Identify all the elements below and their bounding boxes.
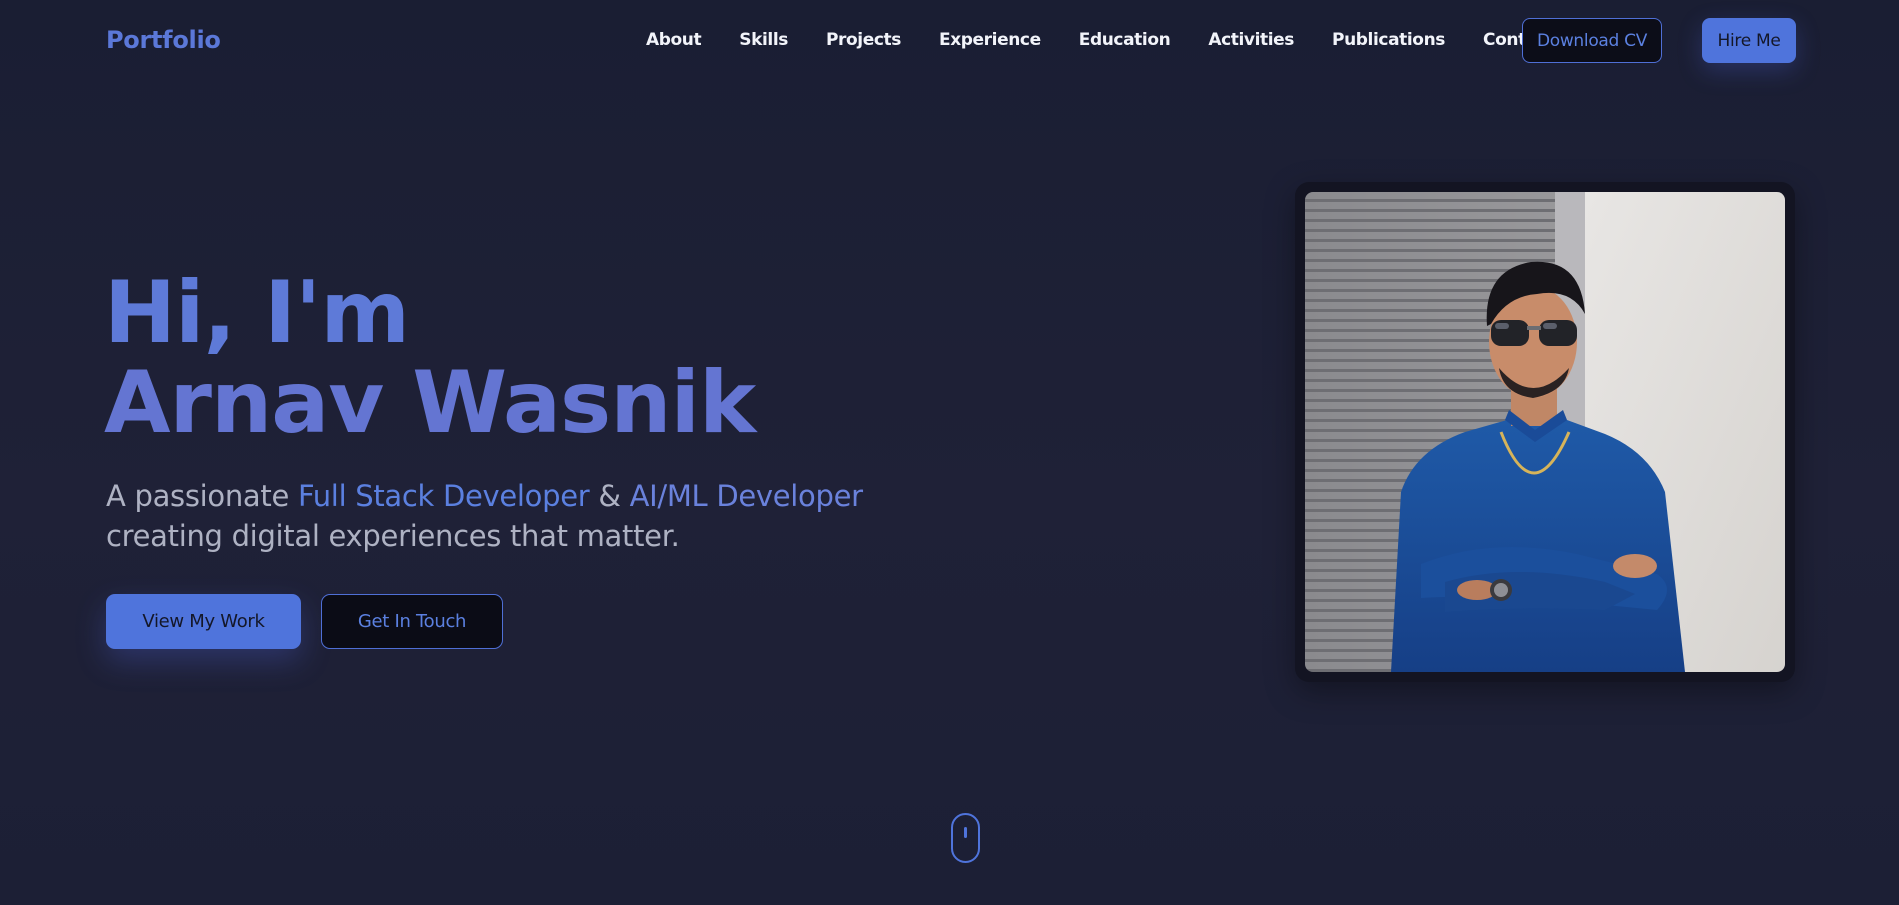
hero-sub-prefix: A passionate bbox=[106, 479, 298, 513]
hero-sub-amp: & bbox=[589, 479, 630, 513]
nav-link-projects[interactable]: Projects bbox=[826, 30, 901, 50]
hero-name: Arnav Wasnik bbox=[104, 353, 756, 453]
hero-heading: Hi, I'm Arnav Wasnik bbox=[104, 268, 756, 453]
nav-link-education[interactable]: Education bbox=[1079, 30, 1171, 50]
nav-links: About Skills Projects Experience Educati… bbox=[646, 30, 1592, 50]
nav-link-activities[interactable]: Activities bbox=[1208, 30, 1294, 50]
download-cv-button[interactable]: Download CV bbox=[1522, 18, 1662, 63]
hero-role-aiml: AI/ML Developer bbox=[629, 479, 864, 513]
hero-role-fullstack: Full Stack Developer bbox=[297, 479, 590, 513]
hero-sub-suffix: creating digital experiences that matter… bbox=[106, 519, 680, 553]
hero-greeting: Hi, I'm bbox=[104, 263, 410, 363]
scroll-wheel-dot bbox=[964, 827, 967, 838]
nav-link-skills[interactable]: Skills bbox=[739, 30, 788, 50]
get-in-touch-button[interactable]: Get In Touch bbox=[321, 594, 503, 649]
profile-photo-frame bbox=[1295, 182, 1795, 682]
view-my-work-button[interactable]: View My Work bbox=[106, 594, 301, 649]
nav-link-publications[interactable]: Publications bbox=[1332, 30, 1445, 50]
nav-link-about[interactable]: About bbox=[646, 30, 702, 50]
brand-logo[interactable]: Portfolio bbox=[106, 26, 221, 54]
top-navigation: Portfolio About Skills Projects Experien… bbox=[0, 0, 1899, 84]
hire-me-button[interactable]: Hire Me bbox=[1702, 18, 1796, 63]
portrait-photo bbox=[1305, 192, 1785, 672]
hero-subtitle: A passionate Full Stack Developer & AI/M… bbox=[106, 476, 866, 556]
mouse-scroll-icon[interactable] bbox=[951, 813, 980, 863]
nav-link-experience[interactable]: Experience bbox=[939, 30, 1041, 50]
